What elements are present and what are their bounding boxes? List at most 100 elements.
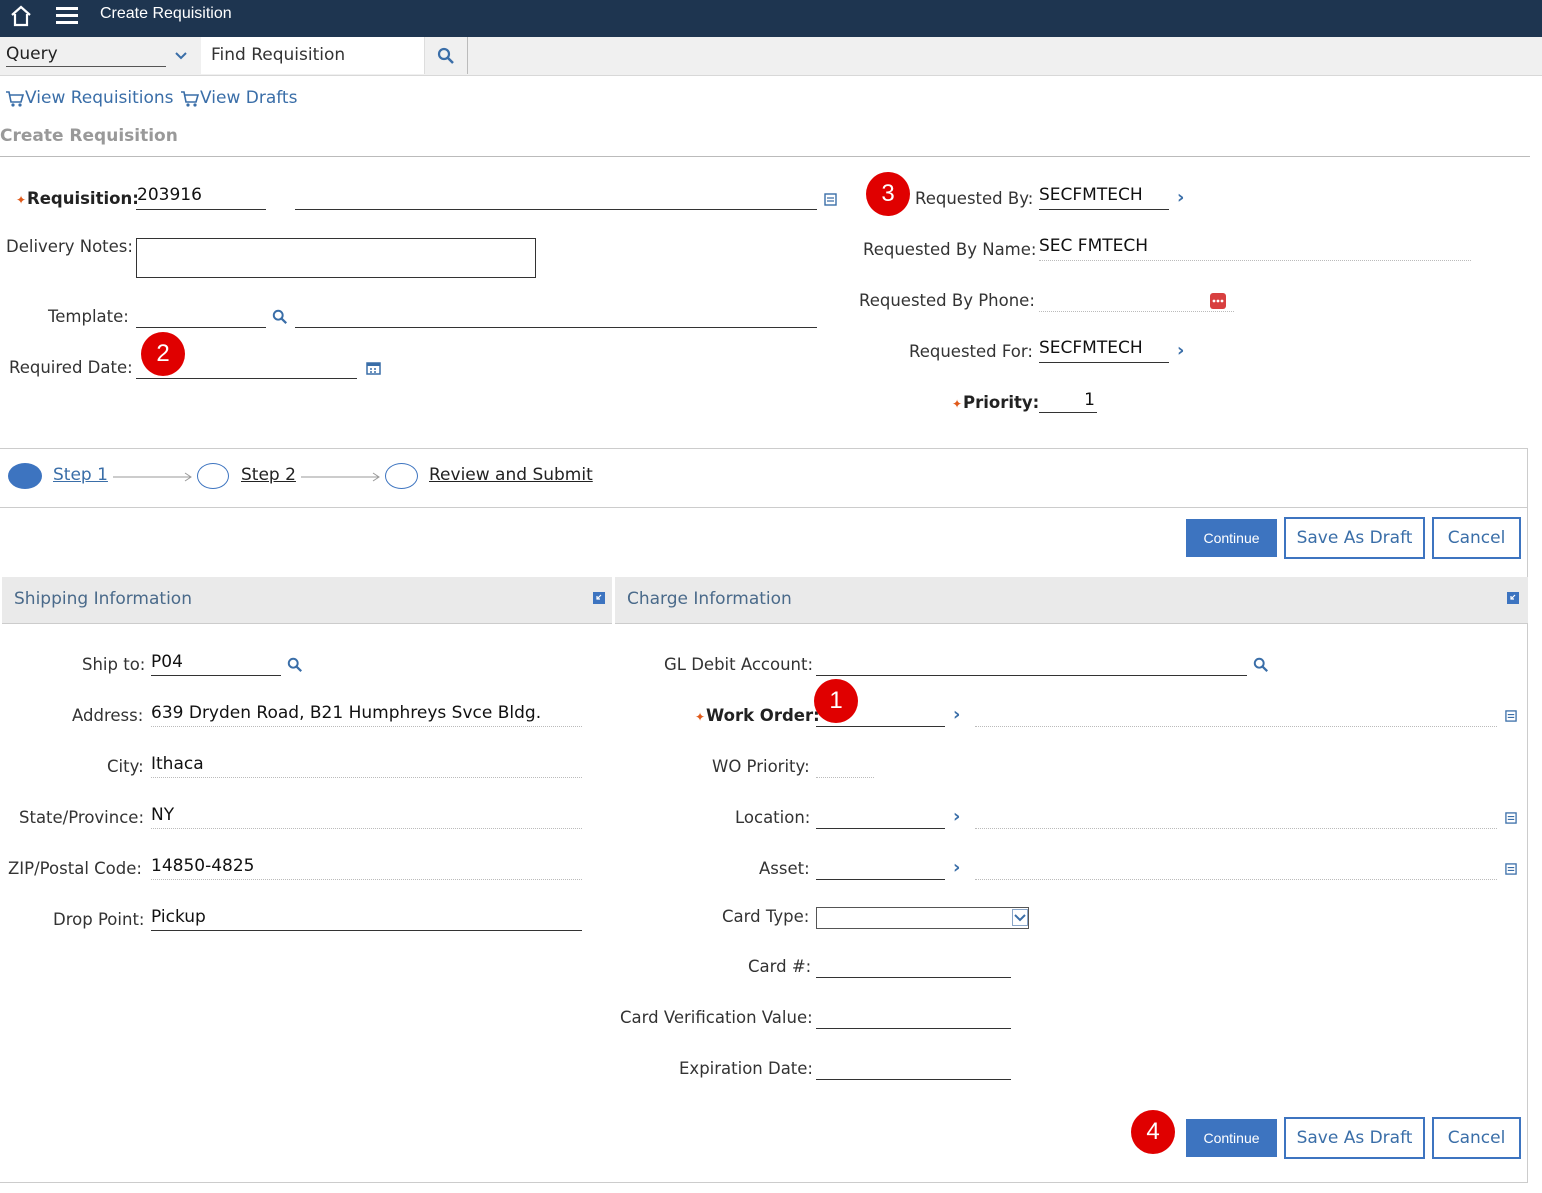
step-1-indicator — [8, 463, 42, 489]
continue-button[interactable]: Continue — [1186, 519, 1277, 557]
requisition-label: Requisition: — [27, 189, 139, 208]
home-icon[interactable] — [9, 4, 33, 28]
view-drafts-link[interactable]: View Drafts — [200, 88, 297, 108]
step-1-link[interactable]: Step 1 — [53, 465, 108, 485]
delivery-notes-textarea[interactable] — [136, 238, 536, 278]
cvv-field[interactable] — [816, 1005, 1011, 1029]
save-draft-button[interactable]: Save As Draft — [1284, 517, 1425, 559]
wo-priority-label: WO Priority: — [712, 757, 810, 776]
drop-point-value: Pickup — [151, 907, 206, 927]
requested-by-phone-label: Requested By Phone: — [859, 291, 1035, 310]
required-star: ✦ — [952, 397, 963, 411]
state-label: State/Province: — [19, 808, 144, 827]
card-type-select[interactable] — [816, 907, 1029, 929]
phone-dial-icon[interactable] — [1209, 292, 1227, 310]
requested-for-value: SECFMTECH — [1039, 338, 1143, 358]
template-field[interactable] — [136, 305, 266, 328]
asset-detail-chevron-icon[interactable]: › — [953, 857, 960, 878]
steps-divider — [0, 507, 1528, 508]
long-description-icon[interactable] — [1505, 863, 1517, 875]
step-2-link[interactable]: Step 2 — [241, 465, 296, 485]
drop-point-label: Drop Point: — [53, 910, 145, 929]
state-field: NY — [151, 805, 582, 829]
template-label: Template: — [48, 307, 129, 326]
collapse-icon[interactable] — [1507, 592, 1519, 604]
location-description-field — [975, 805, 1497, 829]
charge-panel-header: Charge Information — [615, 577, 1528, 624]
requested-by-name-label: Requested By Name: — [863, 240, 1037, 259]
gl-debit-label: GL Debit Account: — [664, 655, 814, 674]
requested-by-name-value: SEC FMTECH — [1039, 236, 1149, 256]
cart-draft-icon — [181, 91, 200, 107]
address-value: 639 Dryden Road, B21 Humphreys Svce Bldg… — [151, 703, 542, 723]
ship-to-field[interactable]: P04 — [151, 652, 281, 676]
annotation-badge-2: 2 — [141, 332, 185, 376]
review-indicator — [385, 463, 418, 489]
long-description-icon[interactable] — [1505, 812, 1517, 824]
chevron-down-icon[interactable] — [174, 51, 188, 61]
expiration-date-label: Expiration Date: — [679, 1059, 813, 1078]
work-order-detail-chevron-icon[interactable]: › — [953, 704, 960, 725]
asset-description-field — [975, 856, 1497, 880]
annotation-badge-3: 3 — [866, 172, 910, 216]
card-number-label: Card #: — [748, 957, 812, 976]
continue-button[interactable]: Continue — [1186, 1119, 1277, 1157]
requisition-field[interactable]: 203916 — [136, 185, 266, 210]
requested-by-label: Requested By: — [915, 189, 1034, 208]
collapse-icon[interactable] — [593, 592, 605, 604]
priority-field[interactable]: 1 — [1039, 390, 1097, 413]
requisition-value: 203916 — [137, 185, 202, 205]
menu-icon[interactable] — [55, 5, 79, 27]
view-requisitions-link[interactable]: View Requisitions — [25, 88, 174, 108]
save-draft-button[interactable]: Save As Draft — [1284, 1117, 1425, 1159]
ship-to-label: Ship to: — [82, 655, 146, 674]
find-requisition-input[interactable]: Find Requisition — [201, 37, 425, 74]
location-field[interactable] — [816, 805, 945, 829]
requested-by-phone-field — [1039, 288, 1234, 312]
address-label: Address: — [72, 706, 144, 725]
query-select[interactable]: Query — [6, 44, 166, 67]
review-submit-link[interactable]: Review and Submit — [429, 465, 593, 485]
card-type-label: Card Type: — [722, 907, 810, 926]
drop-point-field[interactable]: Pickup — [151, 907, 582, 931]
search-icon[interactable] — [1253, 657, 1269, 673]
location-detail-chevron-icon[interactable]: › — [953, 806, 960, 827]
calendar-icon[interactable] — [366, 361, 381, 375]
zip-value: 14850-4825 — [151, 856, 255, 876]
page-title: Create Requisition — [0, 126, 178, 146]
long-description-icon[interactable] — [824, 193, 837, 206]
city-label: City: — [107, 757, 144, 776]
requested-for-field[interactable]: SECFMTECH — [1039, 338, 1169, 363]
location-label: Location: — [735, 808, 811, 827]
find-search-button[interactable] — [425, 37, 468, 74]
requisition-description-field[interactable] — [295, 185, 817, 210]
search-icon[interactable] — [287, 657, 303, 673]
priority-label: Priority: — [963, 393, 1040, 412]
shipping-panel-header: Shipping Information — [2, 577, 612, 624]
template-description-field[interactable] — [295, 305, 817, 328]
cancel-button[interactable]: Cancel — [1432, 1117, 1521, 1159]
gl-debit-field[interactable] — [816, 652, 1247, 676]
asset-field[interactable] — [816, 856, 945, 880]
annotation-badge-1: 1 — [814, 679, 858, 723]
expiration-date-field[interactable] — [816, 1056, 1011, 1080]
step-2-indicator — [197, 463, 229, 489]
work-order-label: Work Order: — [706, 706, 820, 725]
cvv-label: Card Verification Value: — [620, 1008, 813, 1027]
card-number-field[interactable] — [816, 954, 1011, 978]
requested-by-value: SECFMTECH — [1039, 185, 1143, 205]
requested-by-detail-chevron-icon[interactable]: › — [1177, 187, 1184, 208]
required-star: ✦ — [16, 193, 27, 207]
requested-for-label: Requested For: — [909, 342, 1033, 361]
search-icon[interactable] — [272, 309, 288, 325]
cart-icon — [6, 91, 25, 107]
zip-label: ZIP/Postal Code: — [8, 859, 142, 878]
requested-for-detail-chevron-icon[interactable]: › — [1177, 340, 1184, 361]
wo-priority-field — [816, 754, 874, 778]
required-date-label: Required Date: — [9, 358, 133, 377]
cancel-button[interactable]: Cancel — [1432, 517, 1521, 559]
state-value: NY — [151, 805, 175, 825]
requested-by-field[interactable]: SECFMTECH — [1039, 185, 1169, 210]
app-title: Create Requisition — [100, 5, 232, 22]
long-description-icon[interactable] — [1505, 710, 1517, 722]
